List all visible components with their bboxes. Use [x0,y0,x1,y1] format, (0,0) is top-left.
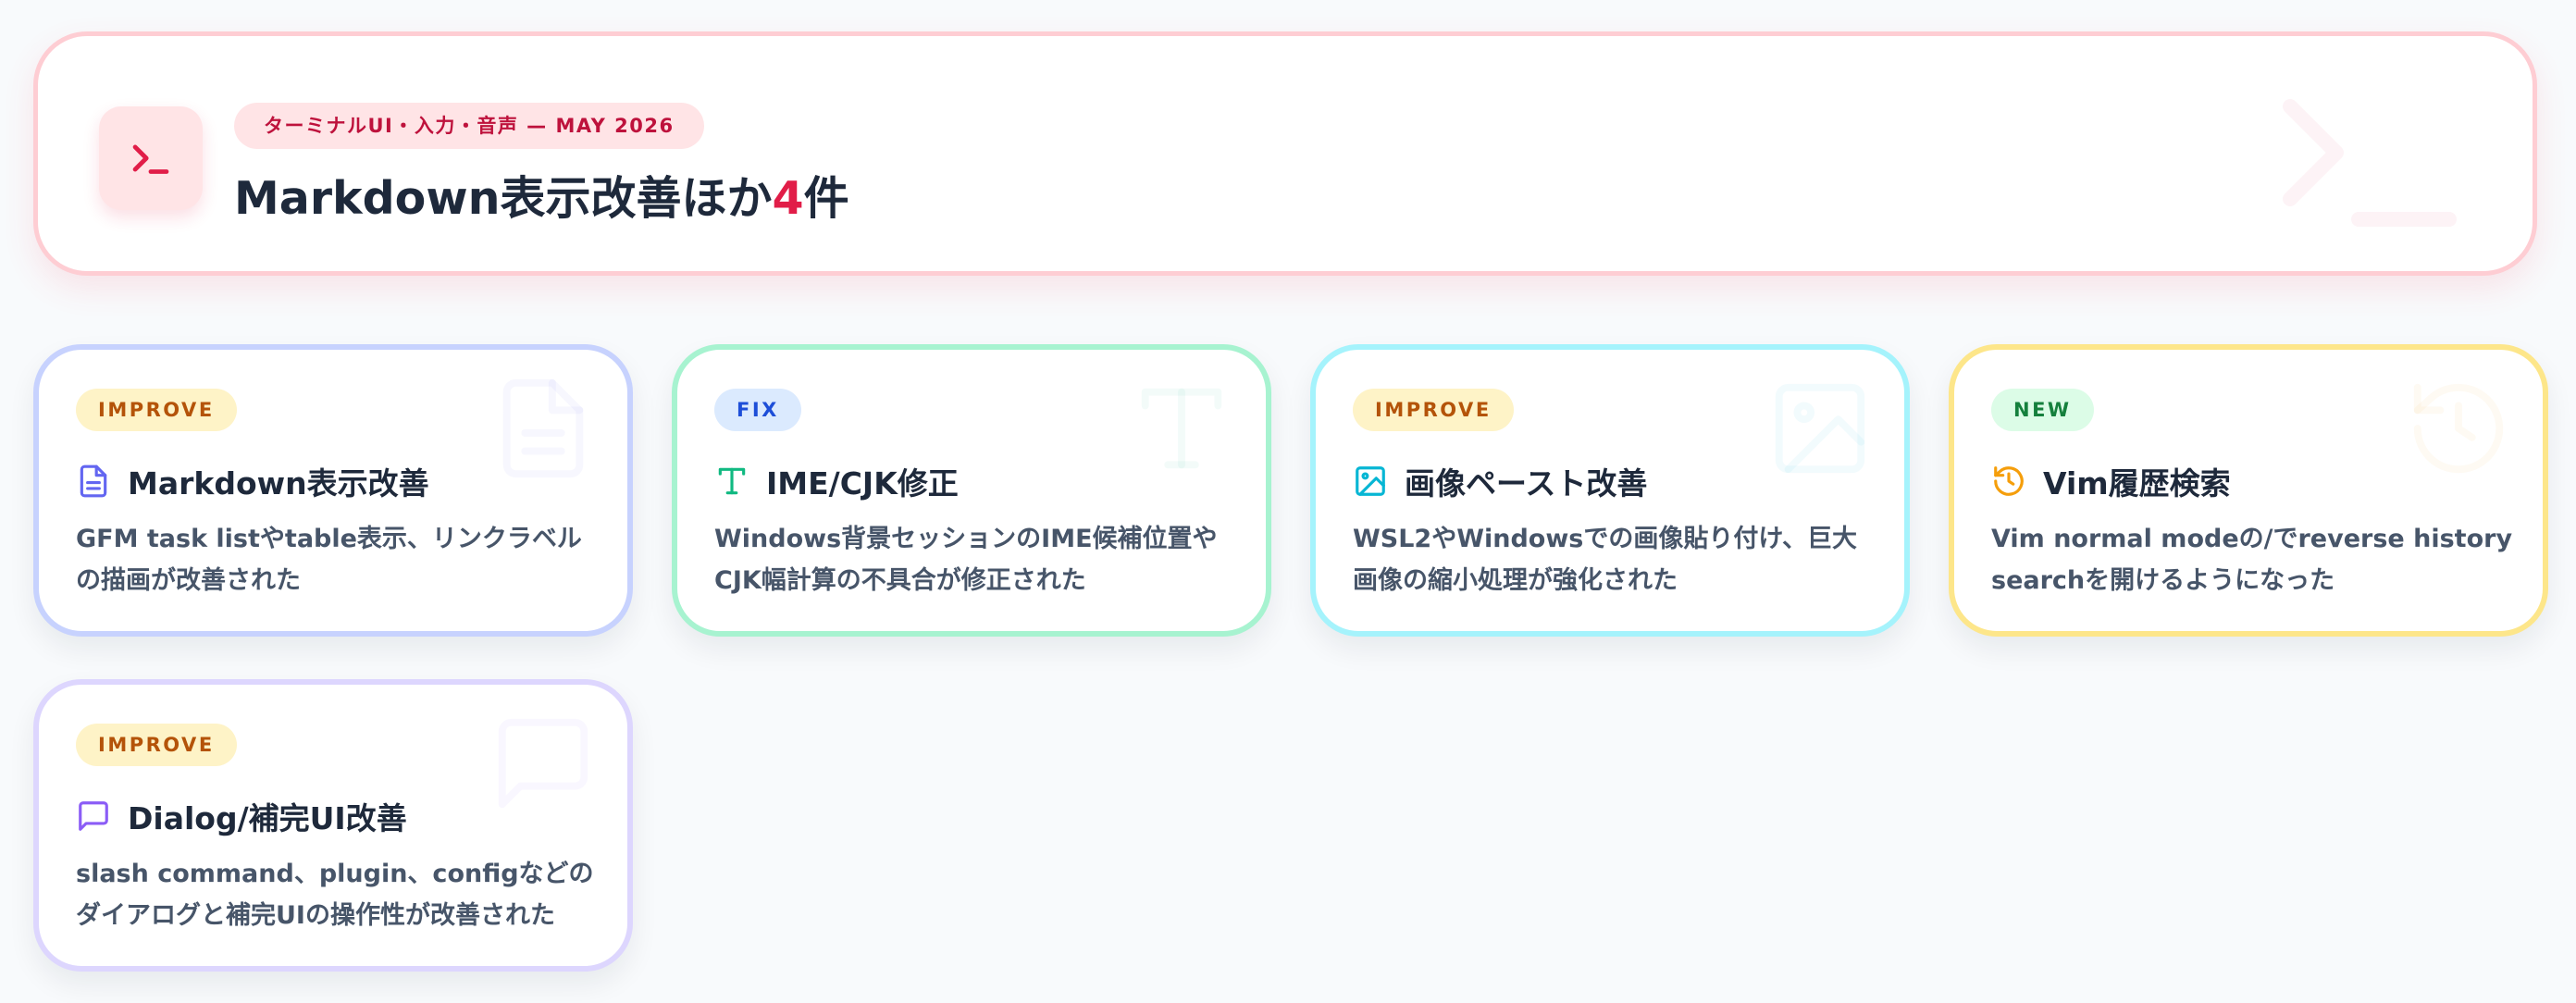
card-title: 画像ペースト改善 [1405,465,1648,502]
card-title: Vim履歴検索 [2043,465,2231,502]
page-title-main: Markdown表示改善ほか [234,172,773,225]
history-icon [1994,466,2024,496]
feature-card-dialog-ui: IMPROVE Dialog/補完UI改善 slash command、plug… [33,679,633,972]
card-title-row: Markdown表示改善 [76,455,429,507]
chat-bubble-icon [79,801,108,831]
card-title-row: Dialog/補完UI改善 [76,790,407,842]
text-type-watermark-icon [1141,388,1222,469]
card-title-row: 画像ペースト改善 [1353,455,1647,507]
status-badge: IMPROVE [1353,389,1514,431]
history-watermark-icon [2413,383,2504,474]
category-pill: ターミナルUI・入力・音声 — MAY 2026 [234,103,704,149]
feature-card-markdown: IMPROVE Markdown表示改善 GFM task listやtable… [33,344,633,637]
image-watermark-icon [1775,383,1865,474]
card-title-row: IME/CJK修正 [714,455,959,507]
card-title-row: Vim履歴検索 [1991,455,2231,507]
card-description: Vim normal modeの/でreverse history search… [1991,525,2513,595]
card-description: GFM task listやtable表示、リンクラベルの描画が改善された [76,525,582,595]
text-type-icon [718,467,746,495]
card-title: Dialog/補完UI改善 [128,800,407,836]
status-badge: IMPROVE [76,724,237,766]
card-title: IME/CJK修正 [766,465,959,502]
page-title-suffix: 件 [803,172,849,225]
card-description: WSL2やWindowsでの画像貼り付け、巨大画像の縮小処理が強化された [1353,525,1858,595]
terminal-watermark-icon [2283,99,2457,227]
header-card: ターミナルUI・入力・音声 — MAY 2026 Markdown表示改善ほか4… [33,31,2537,276]
chat-bubble-watermark-icon [498,718,588,809]
status-badge: FIX [714,389,801,431]
card-description: slash command、plugin、configなどのダイアログと補完UI… [76,860,594,930]
status-badge: IMPROVE [76,389,237,431]
page-title: Markdown表示改善ほか4件 [234,166,849,232]
document-watermark-icon [502,378,584,478]
card-title: Markdown表示改善 [128,465,429,502]
feature-card-vim-history: NEW Vim履歴検索 Vim normal modeの/でreverse hi… [1949,344,2548,637]
image-icon [1356,466,1385,496]
status-badge: NEW [1991,389,2094,431]
terminal-prompt-icon [99,106,203,210]
page-title-count: 4 [772,172,804,225]
document-icon [80,464,107,498]
feature-card-image-paste: IMPROVE 画像ペースト改善 WSL2やWindowsでの画像貼り付け、巨大… [1310,344,1910,637]
card-description: Windows背景セッションのIME候補位置やCJK幅計算の不具合が修正された [714,525,1218,595]
feature-card-ime: FIX IME/CJK修正 Windows背景セッションのIME候補位置やCJK… [672,344,1271,637]
